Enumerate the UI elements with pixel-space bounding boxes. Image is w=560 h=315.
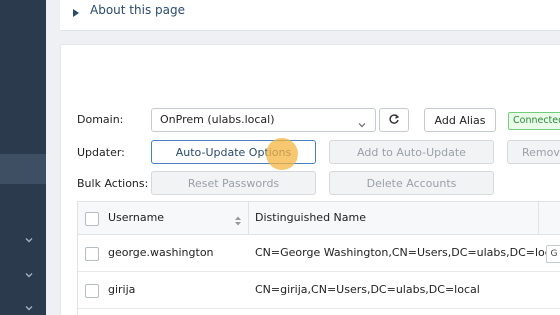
chevron-down-icon[interactable] [22,268,36,282]
dn-cell: CN=girija,CN=Users,DC=ulabs,DC=local [255,283,480,296]
column-divider[interactable] [538,202,539,234]
about-panel: About this page [60,0,560,31]
refresh-button[interactable] [379,108,409,132]
sort-icon[interactable] [234,212,242,231]
column-divider[interactable] [248,202,249,234]
connection-status-badge: Connected [508,112,560,130]
refresh-icon [388,113,400,128]
users-table: Username Distinguished Name george.washi… [77,201,560,315]
about-this-page-link[interactable]: About this page [90,3,185,17]
sidebar [0,0,46,315]
row-action-button[interactable]: G [546,245,560,263]
domain-select-value: OnPrem (ulabs.local) [160,113,275,126]
reset-passwords-button[interactable]: Reset Passwords [151,171,316,195]
username-cell: girija [108,283,136,296]
add-alias-button[interactable]: Add Alias [424,108,496,132]
sidebar-active-item[interactable] [0,154,46,184]
table-row[interactable]: george.washington CN=George Washington,C… [78,235,560,272]
delete-accounts-button[interactable]: Delete Accounts [329,171,494,195]
bulk-actions-label: Bulk Actions: [77,177,149,190]
chevron-down-icon[interactable] [22,301,36,315]
select-all-checkbox[interactable] [85,212,99,226]
chevron-down-icon [357,115,367,128]
username-cell: george.washington [108,246,214,259]
chevron-down-icon[interactable] [22,233,36,247]
column-header-username[interactable]: Username [108,211,164,224]
caret-right-icon [73,8,81,18]
updater-label: Updater: [77,146,125,159]
table-row[interactable]: girija CN=girija,CN=Users,DC=ulabs,DC=lo… [78,272,560,309]
domain-select[interactable]: OnPrem (ulabs.local) [151,108,376,132]
domain-label: Domain: [77,113,124,126]
row-checkbox[interactable] [85,247,99,261]
table-header: Username Distinguished Name [78,202,560,235]
column-header-distinguished-name[interactable]: Distinguished Name [255,211,366,224]
cursor-highlight [266,138,298,170]
row-checkbox[interactable] [85,284,99,298]
remove-button[interactable]: Remove [507,140,560,164]
dn-cell: CN=George Washington,CN=Users,DC=ulabs,D… [255,246,560,259]
add-to-auto-update-button[interactable]: Add to Auto-Update [329,140,494,164]
